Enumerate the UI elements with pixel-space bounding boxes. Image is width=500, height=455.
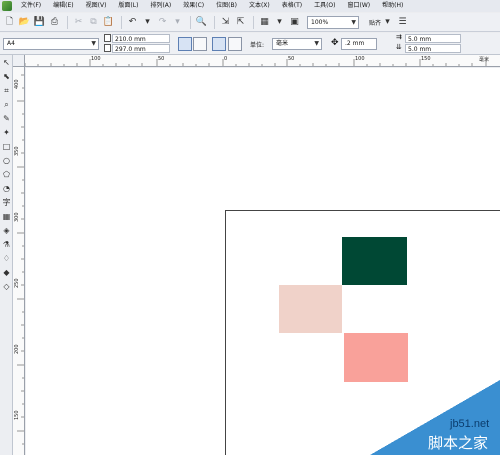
chevron-down-icon: ▼ [314, 40, 319, 47]
zoom-tool-icon[interactable]: ⌕ [1, 99, 12, 110]
menu-window[interactable]: 窗口(W) [342, 0, 377, 12]
toolbar-divider [214, 15, 215, 29]
menu-bitmaps[interactable]: 位图(B) [210, 0, 243, 12]
watermark-site: jb51.net [450, 418, 490, 430]
toolbar-divider [67, 15, 68, 29]
menu-arrange[interactable]: 排列(A) [144, 0, 177, 12]
salmon-rectangle[interactable] [344, 333, 408, 382]
toolbar-divider [121, 15, 122, 29]
undo-icon[interactable]: ↶ [126, 16, 139, 29]
duplicate-x-icon: ⇉ [396, 33, 402, 41]
toolbox: ↖ ⬉ ⌗ ⌕ ✎ ✦ □ ○ ⬠ ◔ 字 ▦ ◈ ⚗ ♢ ◆ ◇ [0, 55, 13, 455]
copy-icon[interactable]: ⧉ [87, 16, 100, 29]
dark-green-rectangle[interactable] [342, 237, 407, 285]
pick-tool-icon[interactable]: ↖ [1, 57, 12, 68]
page-height-field[interactable]: 297.0 mm [112, 44, 170, 53]
open-folder-icon[interactable]: 📂 [18, 16, 31, 29]
coreldraw-window: 文件(F) 编辑(E) 视图(V) 版面(L) 排列(A) 效果(C) 位图(B… [0, 0, 500, 455]
property-bar: A4 ▼ 210.0 mm 297.0 mm 单位: 毫米 ▼ ✥ .2 mm … [0, 33, 500, 55]
page-width-field[interactable]: 210.0 mm [112, 34, 170, 43]
toolbar-divider [253, 15, 254, 29]
cut-icon[interactable]: ✂ [72, 16, 85, 29]
launcher-dropdown-icon[interactable]: ▾ [273, 16, 286, 29]
page-size-select[interactable]: A4 ▼ [3, 38, 99, 50]
save-icon[interactable]: 💾 [33, 16, 46, 29]
outline-pen-icon[interactable]: ♢ [1, 253, 12, 264]
freehand-tool-icon[interactable]: ✎ [1, 113, 12, 124]
basic-shapes-icon[interactable]: ◔ [1, 183, 12, 194]
menu-help[interactable]: 帮助(H) [376, 0, 409, 12]
menu-effects[interactable]: 效果(C) [177, 0, 210, 12]
fill-bucket-icon[interactable]: ◆ [1, 267, 12, 278]
table-tool-icon[interactable]: ▦ [1, 211, 12, 222]
menu-table[interactable]: 表格(T) [276, 0, 308, 12]
print-icon[interactable]: ⎙ [48, 16, 61, 29]
smart-fill-icon[interactable]: ✦ [1, 127, 12, 138]
new-document-icon[interactable]: 🗋 [3, 16, 16, 29]
crop-tool-icon[interactable]: ⌗ [1, 85, 12, 96]
export-icon[interactable]: ⇱ [234, 16, 247, 29]
duplicate-y-field[interactable]: 5.0 mm [405, 44, 461, 53]
light-pink-rectangle[interactable] [279, 285, 342, 333]
page-height-icon [104, 44, 111, 52]
menu-layout[interactable]: 版面(L) [112, 0, 144, 12]
duplicate-y-icon: ⇊ [396, 43, 402, 51]
landscape-button[interactable] [193, 37, 207, 51]
interactive-blend-icon[interactable]: ◈ [1, 225, 12, 236]
duplicate-x-field[interactable]: 5.0 mm [405, 34, 461, 43]
paste-icon[interactable]: 📋 [102, 16, 115, 29]
text-tool-icon[interactable]: 字 [1, 197, 12, 208]
ruler-origin[interactable] [13, 55, 25, 67]
nudge-icon: ✥ [331, 38, 339, 48]
zoom-level-value: 100% [311, 18, 329, 26]
chevron-down-icon: ▼ [351, 18, 356, 26]
units-select[interactable]: 毫米 ▼ [272, 38, 322, 50]
menu-edit[interactable]: 编辑(E) [47, 0, 79, 12]
chevron-down-icon: ▼ [91, 40, 96, 47]
eyedropper-icon[interactable]: ⚗ [1, 239, 12, 250]
standard-toolbar: 🗋 📂 💾 ⎙ ✂ ⧉ 📋 ↶ ▾ ↷ ▾ 🔍 ⇲ ⇱ ▦ ▾ ▣ 100% ▼… [0, 13, 500, 32]
redo-dropdown-icon[interactable]: ▾ [171, 16, 184, 29]
options-icon[interactable]: ☰ [396, 16, 409, 29]
portrait-button[interactable] [178, 37, 192, 51]
menu-bar: 文件(F) 编辑(E) 视图(V) 版面(L) 排列(A) 效果(C) 位图(B… [0, 0, 500, 12]
nudge-distance-field[interactable]: .2 mm [341, 38, 377, 50]
shape-tool-icon[interactable]: ⬉ [1, 71, 12, 82]
undo-dropdown-icon[interactable]: ▾ [141, 16, 154, 29]
ellipse-tool-icon[interactable]: ○ [1, 155, 12, 166]
menu-file[interactable]: 文件(F) [15, 0, 47, 12]
units-value: 毫米 [276, 40, 289, 47]
snap-dropdown-icon[interactable]: ▾ [381, 16, 394, 29]
zoom-level-select[interactable]: 100% ▼ [307, 15, 359, 29]
welcome-screen-icon[interactable]: ▣ [288, 16, 301, 29]
vertical-ruler-ticks [17, 74, 24, 445]
application-launcher-icon[interactable]: ▦ [258, 16, 271, 29]
snap-to-label[interactable]: 贴齐 [369, 18, 381, 27]
horizontal-ruler-ticks [24, 59, 487, 66]
rectangle-tool-icon[interactable]: □ [1, 141, 12, 152]
all-pages-button[interactable] [212, 37, 226, 51]
menu-view[interactable]: 视图(V) [80, 0, 113, 12]
search-content-icon[interactable]: 🔍 [195, 16, 208, 29]
toolbar-divider [190, 15, 191, 29]
redo-icon[interactable]: ↷ [156, 16, 169, 29]
watermark-name: 脚本之家 [428, 434, 489, 452]
app-logo-icon [2, 1, 12, 11]
menu-text[interactable]: 文本(X) [243, 0, 276, 12]
import-icon[interactable]: ⇲ [219, 16, 232, 29]
page-width-icon [104, 34, 111, 42]
polygon-tool-icon[interactable]: ⬠ [1, 169, 12, 180]
vertical-ruler[interactable]: 400 350 300 250 200 150 [13, 67, 25, 455]
units-label: 单位: [250, 42, 265, 49]
horizontal-ruler[interactable]: 100 50 0 50 100 150 毫米 [13, 55, 500, 67]
current-page-button[interactable] [228, 37, 242, 51]
interactive-fill-icon[interactable]: ◇ [1, 281, 12, 292]
menu-tools[interactable]: 工具(O) [308, 0, 341, 12]
page-size-value: A4 [7, 40, 15, 47]
